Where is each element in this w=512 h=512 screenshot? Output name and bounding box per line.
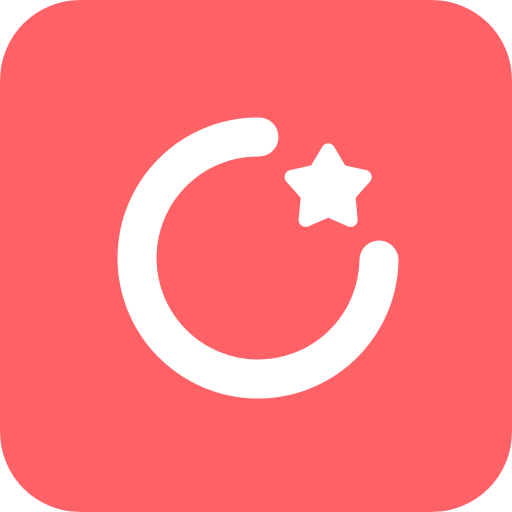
icon-background (0, 0, 512, 512)
app-icon[interactable] (0, 0, 512, 512)
app-icon-graphic (0, 0, 512, 512)
